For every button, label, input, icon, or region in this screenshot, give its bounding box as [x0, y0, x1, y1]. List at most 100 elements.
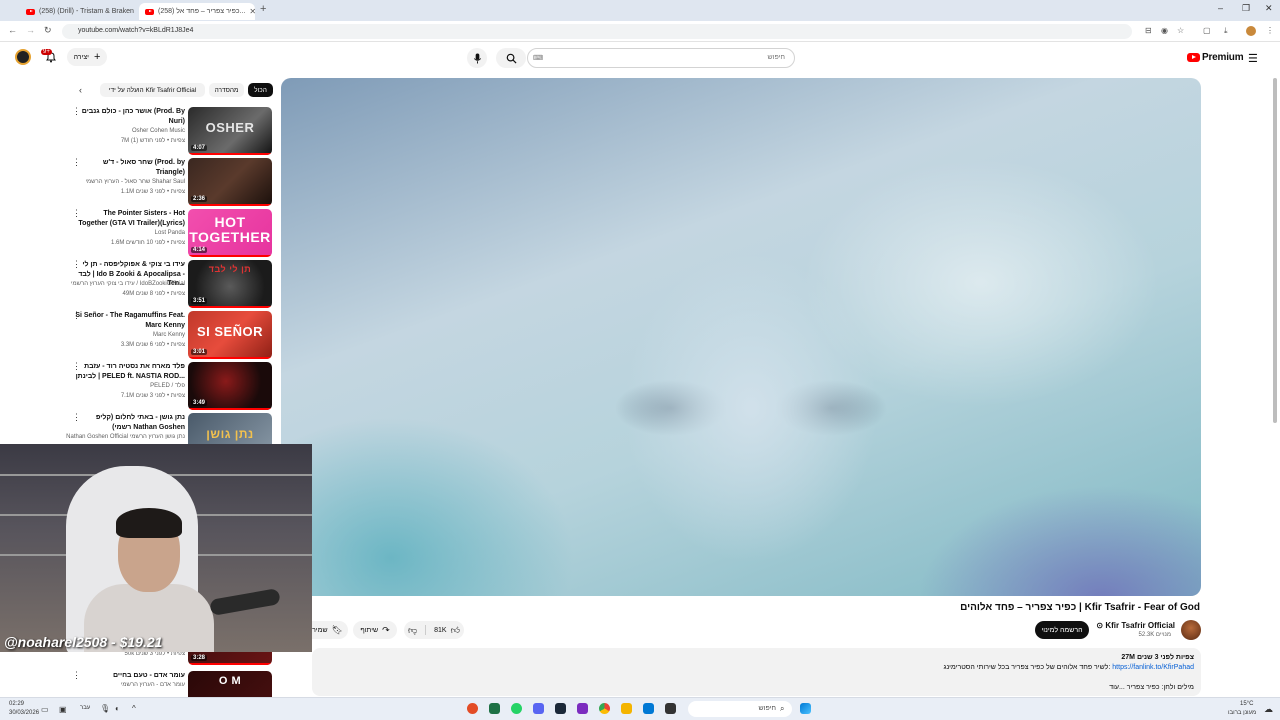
- install-icon[interactable]: ⊟: [1145, 26, 1152, 35]
- description-link[interactable]: https://fanlink.to/KfirPahad: [1112, 664, 1194, 671]
- headset-app-icon[interactable]: [577, 703, 588, 714]
- list-item[interactable]: 3:49 פלד מארח את נסטיה רוד - עזבת לבינתן…: [68, 362, 276, 410]
- more-options-icon[interactable]: ⋮: [72, 311, 81, 320]
- channel-name[interactable]: PELED / פלד: [150, 383, 185, 389]
- channel-name[interactable]: ⊙ Kfir Tsafrir Official: [1096, 621, 1175, 630]
- eye-off-icon[interactable]: ◉: [1161, 26, 1168, 35]
- steam-icon[interactable]: [555, 703, 566, 714]
- weather-description[interactable]: מעונן ברובו: [1228, 710, 1256, 716]
- weather-icon[interactable]: ☁: [1264, 704, 1273, 715]
- forward-icon[interactable]: →: [26, 25, 35, 35]
- video-title[interactable]: שחר סאול - ד'ש (Prod. by Triangle): [75, 158, 185, 177]
- channel-name[interactable]: Marc Kenny: [153, 332, 185, 338]
- chevron-left-icon[interactable]: ‹: [79, 85, 82, 95]
- dislike-icon[interactable]: 👎︎: [408, 625, 417, 636]
- search-button[interactable]: [496, 48, 526, 68]
- display-icon[interactable]: ▣: [59, 705, 67, 714]
- chip-series[interactable]: מהסדרה: [209, 83, 244, 97]
- terminal-icon[interactable]: [665, 703, 676, 714]
- voice-search-button[interactable]: [467, 48, 487, 68]
- bookmark-star-icon[interactable]: ☆: [1177, 26, 1184, 35]
- video-thumbnail[interactable]: HOT TOGETHER 4:14: [188, 209, 272, 257]
- page-scrollbar[interactable]: [1273, 78, 1277, 423]
- list-item[interactable]: 2:36 שחר סאול - ד'ש (Prod. by Triangle) …: [68, 158, 276, 206]
- file-explorer-icon[interactable]: [621, 703, 632, 714]
- new-tab-button[interactable]: +: [260, 3, 266, 15]
- subscribe-button[interactable]: הרשמה למינוי: [1035, 621, 1089, 639]
- video-title[interactable]: נתן גושן - באתי לחלום (קליפ רשמי) Nathan…: [75, 413, 185, 432]
- url-field[interactable]: youtube.com/watch?v=kBLdR1J8Je4: [62, 24, 1132, 39]
- create-button[interactable]: יצירה +: [67, 48, 107, 66]
- keyboard-icon[interactable]: ⌨: [533, 54, 543, 62]
- more-options-icon[interactable]: ⋮: [72, 671, 81, 680]
- taskbar-search-input[interactable]: חיפוש: [688, 701, 792, 717]
- weather-temp[interactable]: 15°C: [1240, 701, 1253, 707]
- clock-time[interactable]: 02:29: [9, 701, 24, 707]
- excel-icon[interactable]: [489, 703, 500, 714]
- windows-start-icon[interactable]: [800, 703, 811, 714]
- like-count[interactable]: 81K: [434, 627, 446, 634]
- microphone-tray-icon[interactable]: 🎙︎: [100, 704, 110, 713]
- channel-name[interactable]: עידו בי צוקי הערוץ הרשמי / IdoBZookiOffi…: [71, 281, 185, 287]
- notification-icon[interactable]: ▭: [41, 705, 49, 714]
- video-player[interactable]: [281, 78, 1201, 596]
- language-indicator[interactable]: עבר: [80, 705, 90, 711]
- video-thumbnail[interactable]: תן לי לבד 3:51: [188, 260, 272, 308]
- channel-name[interactable]: Nathan Goshen Official נתן גושן הערוץ הר…: [66, 434, 185, 440]
- description-box[interactable]: 27M צפיות לפני 3 שנים לשיר פחד אלוהים של…: [312, 648, 1201, 696]
- list-item[interactable]: OSHER 4:07 אושר כהן - כולם גנבים (Prod. …: [68, 107, 276, 155]
- share-button[interactable]: שיתוף ↷: [353, 621, 397, 639]
- extensions-icon[interactable]: ▢: [1203, 26, 1211, 35]
- close-window-button[interactable]: ✕: [1265, 3, 1273, 14]
- list-item[interactable]: SI SEÑOR 3:01 Si Señor - The Ragamuffins…: [68, 311, 276, 359]
- app-icon-1[interactable]: [467, 703, 478, 714]
- discord-icon[interactable]: [533, 703, 544, 714]
- back-icon[interactable]: ←: [8, 25, 17, 35]
- channel-name[interactable]: Lost Panda: [155, 230, 185, 236]
- browser-menu-icon[interactable]: ⋮: [1266, 26, 1274, 35]
- browser-tab-inactive[interactable]: (258) (Drill) - Tristam & Braken ✕: [20, 3, 138, 20]
- more-options-icon[interactable]: ⋮: [72, 107, 81, 116]
- clock-date[interactable]: 30/03/2026: [9, 710, 39, 716]
- channel-avatar[interactable]: [1181, 620, 1201, 640]
- channel-name[interactable]: עומר אדם - הערוץ הרשמי: [121, 682, 185, 688]
- downloads-icon[interactable]: ⤓: [1224, 26, 1228, 36]
- chevron-up-icon[interactable]: ^: [132, 704, 136, 713]
- chrome-icon[interactable]: [599, 703, 610, 714]
- video-title[interactable]: עומר אדם - טעם בחיים: [75, 671, 185, 681]
- browser-profile-avatar[interactable]: [1246, 26, 1256, 36]
- more-options-icon[interactable]: ⋮: [72, 260, 81, 269]
- account-avatar[interactable]: [15, 49, 31, 65]
- search-input[interactable]: חיפוש: [527, 48, 795, 68]
- description-credits[interactable]: מילים ולחן: כפיר צפריר ...עוד: [1109, 684, 1194, 691]
- video-thumbnail[interactable]: 3:49: [188, 362, 272, 410]
- list-item[interactable]: תן לי לבד 3:51 עידו בי צוקי & אפוקליפסה …: [68, 260, 276, 308]
- video-title[interactable]: The Pointer Sisters - Hot Together (GTA …: [75, 209, 185, 228]
- network-icon[interactable]: ◐: [115, 704, 120, 713]
- more-options-icon[interactable]: ⋮: [72, 362, 81, 371]
- video-thumbnail[interactable]: OSHER 4:07: [188, 107, 272, 155]
- video-title[interactable]: Si Señor - The Ragamuffins Feat. Marc Ke…: [75, 311, 185, 330]
- channel-name[interactable]: שחר סאול - הערוץ הרשמי Shahar Saul: [86, 179, 186, 185]
- video-title[interactable]: אושר כהן - כולם גנבים (Prod. By Nuri): [75, 107, 185, 126]
- browser-tab-active[interactable]: (258) כפיר צפריר – פחד אל... ✕: [139, 3, 255, 20]
- photos-icon[interactable]: [643, 703, 654, 714]
- more-options-icon[interactable]: ⋮: [72, 413, 81, 422]
- channel-name[interactable]: Osher Cohen Music: [132, 128, 185, 134]
- minimize-button[interactable]: –: [1218, 3, 1223, 13]
- list-item[interactable]: HOT TOGETHER 4:14 The Pointer Sisters - …: [68, 209, 276, 257]
- more-options-icon[interactable]: ⋮: [72, 209, 81, 218]
- chip-uploaded-by[interactable]: הועלה על ידי Kfir Tsafrir Official: [100, 83, 205, 97]
- like-icon[interactable]: 👍︎: [451, 625, 460, 636]
- close-tab-icon[interactable]: ✕: [249, 7, 255, 16]
- chip-all[interactable]: הכול: [248, 83, 273, 97]
- maximize-button[interactable]: ❐: [1242, 3, 1250, 14]
- hamburger-menu-icon[interactable]: ☰: [1248, 52, 1258, 65]
- whatsapp-icon[interactable]: [511, 703, 522, 714]
- reload-icon[interactable]: ↻: [44, 25, 52, 36]
- video-title[interactable]: פלד מארח את נסטיה רוד - עזבת לבינתן | PE…: [75, 362, 185, 381]
- youtube-premium-logo[interactable]: Premium: [1187, 52, 1244, 63]
- more-options-icon[interactable]: ⋮: [72, 158, 81, 167]
- video-thumbnail[interactable]: 2:36: [188, 158, 272, 206]
- video-thumbnail[interactable]: SI SEÑOR 3:01: [188, 311, 272, 359]
